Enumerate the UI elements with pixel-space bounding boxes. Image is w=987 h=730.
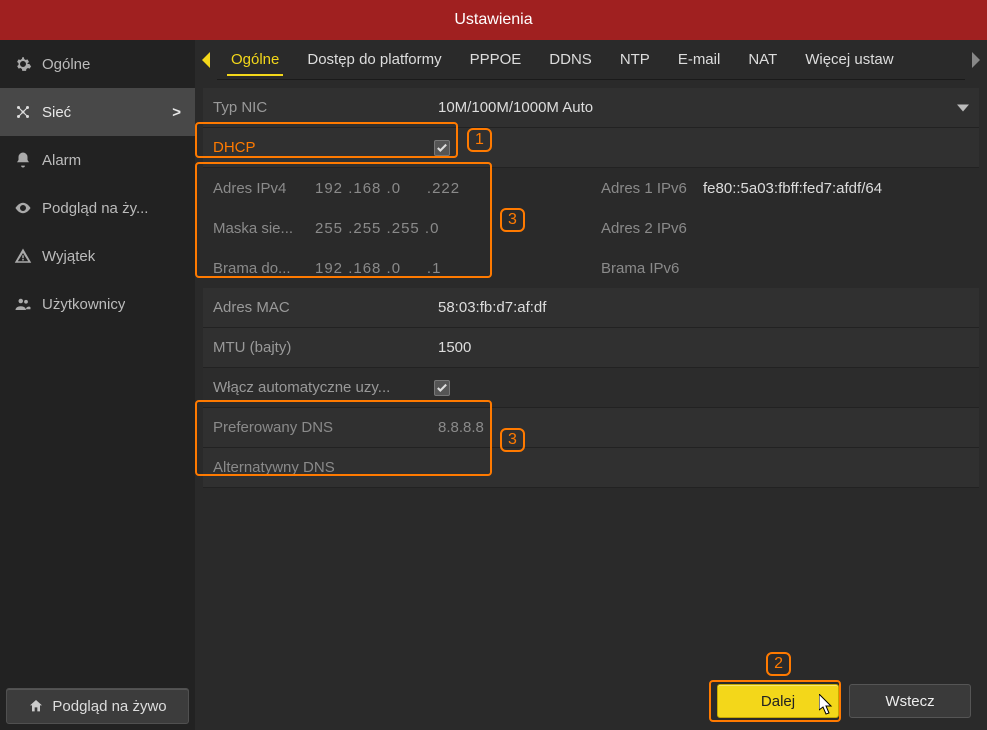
row-mtu: MTU (bajty) 1500 xyxy=(203,328,979,368)
tab-email[interactable]: E-mail xyxy=(664,40,735,80)
sidebar: Ogólne Sieć Alarm Podgląd na ży... Wyjąt… xyxy=(0,40,195,730)
row-ipv4-addr: Adres IPv4 192 .168 .0 .222 Adres 1 IPv6… xyxy=(203,168,979,208)
network-icon xyxy=(14,103,32,121)
sidebar-item-label: Ogólne xyxy=(42,56,90,73)
checkbox-auto-dns[interactable] xyxy=(434,380,450,396)
sidebar-item-network[interactable]: Sieć xyxy=(0,88,195,136)
back-button[interactable]: Wstecz xyxy=(849,684,971,718)
row-ipv4-mask: Maska sie... 255 .255 .255 .0 Adres 2 IP… xyxy=(203,208,979,248)
sidebar-item-label: Alarm xyxy=(42,152,81,169)
next-button[interactable]: Dalej xyxy=(717,684,839,718)
container: Ogólne Sieć Alarm Podgląd na ży... Wyjąt… xyxy=(0,40,987,730)
gear-icon xyxy=(14,55,32,73)
row-alt-dns: Alternatywny DNS xyxy=(203,448,979,488)
sidebar-item-label: Sieć xyxy=(42,104,71,121)
back-button-label: Wstecz xyxy=(885,693,934,710)
tab-bar: Ogólne Dostęp do platformy PPPOE DDNS NT… xyxy=(195,40,987,80)
label-ipv6-addr2: Adres 2 IPv6 xyxy=(591,220,703,237)
sidebar-item-alarm[interactable]: Alarm xyxy=(0,136,195,184)
label-ipv6-addr1: Adres 1 IPv6 xyxy=(591,180,703,197)
label-ipv4-gw: Brama do... xyxy=(203,260,315,277)
content: Typ NIC 10M/100M/1000M Auto DHCP Adres I… xyxy=(195,80,987,730)
value-ipv6-addr1[interactable]: fe80::5a03:fbff:fed7:afdf/64 xyxy=(703,180,979,197)
dropdown-icon xyxy=(957,99,969,116)
button-row: Dalej Wstecz xyxy=(717,684,971,718)
label-pref-dns: Preferowany DNS xyxy=(203,419,428,436)
checkbox-dhcp[interactable] xyxy=(434,140,450,156)
chevron-left-icon xyxy=(200,52,212,68)
tabs-scroll-left[interactable] xyxy=(195,40,217,80)
check-icon xyxy=(436,143,448,153)
label-dhcp: DHCP xyxy=(203,139,428,156)
tab-ntp[interactable]: NTP xyxy=(606,40,664,80)
tab-more[interactable]: Więcej ustaw xyxy=(791,40,907,80)
label-ipv4-addr: Adres IPv4 xyxy=(203,180,315,197)
row-auto-dns: Włącz automatyczne uzy... xyxy=(203,368,979,408)
home-icon xyxy=(28,698,44,714)
value-ipv4-gw[interactable]: 192 .168 .0 .1 xyxy=(315,260,591,277)
tabs-scroll-right[interactable] xyxy=(965,40,987,80)
value-ipv4-addr[interactable]: 192 .168 .0 .222 xyxy=(315,180,591,197)
row-dhcp: DHCP xyxy=(203,128,979,168)
label-alt-dns: Alternatywny DNS xyxy=(203,459,428,476)
live-view-button[interactable]: Podgląd na żywo xyxy=(6,688,189,724)
tab-general[interactable]: Ogólne xyxy=(217,40,293,80)
label-nic-type: Typ NIC xyxy=(203,99,428,116)
row-mac: Adres MAC 58:03:fb:d7:af:df xyxy=(203,288,979,328)
bell-icon xyxy=(14,151,32,169)
label-ipv6-gw: Brama IPv6 xyxy=(591,260,703,277)
label-ipv4-mask: Maska sie... xyxy=(203,220,315,237)
title-bar: Ustawienia xyxy=(0,0,987,40)
value-pref-dns[interactable]: 8.8.8.8 xyxy=(428,419,979,436)
warning-icon xyxy=(14,247,32,265)
window-title: Ustawienia xyxy=(454,11,532,28)
row-nic-type[interactable]: Typ NIC 10M/100M/1000M Auto xyxy=(203,88,979,128)
chevron-right-icon xyxy=(970,52,982,68)
next-button-label: Dalej xyxy=(761,693,795,710)
label-auto-dns: Włącz automatyczne uzy... xyxy=(203,379,428,396)
label-mtu: MTU (bajty) xyxy=(203,339,428,356)
main-panel: Ogólne Dostęp do platformy PPPOE DDNS NT… xyxy=(195,40,987,730)
tab-pppoe[interactable]: PPPOE xyxy=(456,40,536,80)
row-pref-dns: Preferowany DNS 8.8.8.8 xyxy=(203,408,979,448)
value-mtu[interactable]: 1500 xyxy=(428,339,979,356)
value-nic-type: 10M/100M/1000M Auto xyxy=(428,99,979,116)
sidebar-item-label: Wyjątek xyxy=(42,248,95,265)
sidebar-item-users[interactable]: Użytkownicy xyxy=(0,280,195,328)
users-icon xyxy=(14,295,32,313)
label-mac: Adres MAC xyxy=(203,299,428,316)
live-view-label: Podgląd na żywo xyxy=(52,698,166,715)
tab-ddns[interactable]: DDNS xyxy=(535,40,606,80)
value-ipv4-mask[interactable]: 255 .255 .255 .0 xyxy=(315,220,591,237)
check-icon xyxy=(436,383,448,393)
tab-platform[interactable]: Dostęp do platformy xyxy=(293,40,455,80)
value-mac: 58:03:fb:d7:af:df xyxy=(428,299,979,316)
row-ipv4-gw: Brama do... 192 .168 .0 .1 Brama IPv6 xyxy=(203,248,979,288)
sidebar-item-exception[interactable]: Wyjątek xyxy=(0,232,195,280)
tab-nat[interactable]: NAT xyxy=(734,40,791,80)
sidebar-item-label: Podgląd na ży... xyxy=(42,200,148,217)
sidebar-item-label: Użytkownicy xyxy=(42,296,125,313)
sidebar-item-preview[interactable]: Podgląd na ży... xyxy=(0,184,195,232)
sidebar-item-general[interactable]: Ogólne xyxy=(0,40,195,88)
eye-icon xyxy=(14,199,32,217)
